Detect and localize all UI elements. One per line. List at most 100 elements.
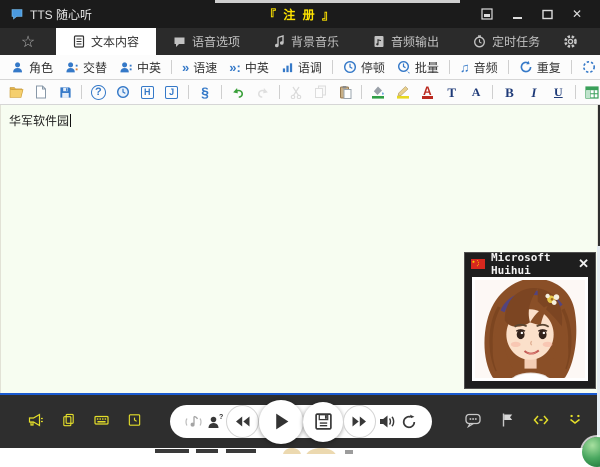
speed-cnen-icon: »: [229,61,241,74]
underline-button[interactable]: U [546,82,570,102]
flag-button[interactable] [498,411,516,429]
save-audio-button[interactable] [303,402,343,442]
pause-button[interactable]: 停顿 [337,57,391,77]
assistant-window: Microsoft Huihui ✕ [464,252,596,389]
volume-button[interactable] [376,409,398,435]
china-flag-icon [471,259,485,269]
megaphone-icon [27,412,44,428]
history-button[interactable] [111,82,135,102]
play-button[interactable] [259,400,303,444]
bold-button[interactable]: B [497,82,521,102]
j-mode-button[interactable]: J [159,82,183,102]
font-a-button[interactable]: A [464,82,488,102]
intonation-button[interactable]: 语调 [275,57,328,77]
h-mode-button[interactable]: H [135,82,159,102]
schedule-button[interactable] [125,411,143,429]
app-title: TTS 随心听 [30,6,92,23]
tab-label: 文本内容 [91,33,139,50]
avatar-illustration [475,280,585,378]
voice-role-button[interactable]: ? [204,409,226,435]
tab-text-content[interactable]: 文本内容 [56,28,156,55]
audio-button[interactable]: ♫音频 [454,57,504,77]
window-controls: ✕ [476,5,600,23]
save-button[interactable] [53,82,77,102]
new-button[interactable] [28,82,52,102]
svg-text:?: ? [219,414,223,421]
keyboard-button[interactable] [92,411,110,429]
copy-pages-icon [61,412,76,428]
alternate-button[interactable]: 交替 [59,57,113,77]
collapse-button[interactable] [566,411,584,429]
replace-button[interactable]: 替换 [576,57,600,77]
tab-bar: ☆ 文本内容语音选项背景音乐音频输出定时任务 [0,28,600,55]
audio-label: 音频 [474,59,498,76]
highlight-button[interactable] [391,82,415,102]
tab-background-music[interactable]: 背景音乐 [257,28,356,55]
table-button[interactable] [580,82,600,102]
copy-button[interactable] [308,82,332,102]
play-icon [273,412,290,431]
font-color-button[interactable]: A [415,82,439,102]
rewind-icon [234,415,251,428]
edit-toolbar: ?HJ§ATABIU [0,80,600,105]
person-cnen-icon [119,61,133,74]
tab-voice-options[interactable]: 语音选项 [156,28,257,55]
redo-button[interactable] [251,82,275,102]
toolbar-separator [508,60,509,74]
person-icon [12,61,25,74]
announce-button[interactable] [26,411,44,429]
batch-pause-button[interactable]: 批量 [391,57,445,77]
j-mode-icon: J [165,86,178,99]
role-button[interactable]: 角色 [6,57,59,77]
replay-button[interactable] [398,409,420,435]
code-button[interactable] [532,411,550,429]
tab-scheduled-tasks[interactable]: 定时任务 [456,28,557,55]
speed-button[interactable]: »语速 [176,57,223,77]
document-icon [73,35,85,48]
rewind-button[interactable] [226,405,259,438]
repeat-label: 重复 [537,59,561,76]
table-icon [585,86,599,99]
cn-en-speed-label: 中英 [245,59,269,76]
music-note-waves-icon [182,414,204,430]
toolbar-separator [332,60,333,74]
font-t-icon: T [447,86,456,99]
tab-audio-output[interactable]: 音频输出 [356,28,456,55]
fill-color-button[interactable] [366,82,390,102]
cut-button[interactable] [284,82,308,102]
message-button[interactable] [464,411,482,429]
save-icon [59,86,72,99]
settings-gear-icon[interactable] [563,28,600,55]
copy-text-button[interactable] [59,411,77,429]
maximize-icon [542,9,553,20]
close-button[interactable]: ✕ [566,5,588,23]
assistant-close-icon[interactable]: ✕ [578,256,589,272]
batch-clock-icon [397,60,411,74]
flag-icon [500,412,514,428]
new-document-icon [34,85,47,99]
maximize-button[interactable] [536,5,558,23]
minimize-button[interactable] [506,5,528,23]
minimize-icon [512,9,523,20]
open-button[interactable] [4,82,28,102]
font-t-button[interactable]: T [440,82,464,102]
underline-icon: U [554,86,563,98]
toolbar-separator [571,60,572,74]
forward-button[interactable] [343,405,376,438]
toolbar-separator [279,85,280,99]
help-button[interactable]: ? [86,82,110,102]
intonation-label: 语调 [298,59,322,76]
desktop-background-fragment-top [215,0,460,3]
favorite-star-icon[interactable]: ☆ [0,28,56,55]
cn-en-voice-button[interactable]: 中英 [113,57,167,77]
section-button[interactable]: § [193,82,217,102]
paste-button[interactable] [333,82,357,102]
assistant-title-bar[interactable]: Microsoft Huihui ✕ [465,253,595,274]
undo-button[interactable] [226,82,250,102]
preview-voice-button[interactable] [182,409,204,435]
cn-en-speed-button[interactable]: »: 中英 [223,57,275,77]
code-arrows-icon [532,413,550,427]
repeat-button[interactable]: 重复 [513,57,567,77]
skin-button[interactable] [476,5,498,23]
italic-button[interactable]: I [522,82,546,102]
